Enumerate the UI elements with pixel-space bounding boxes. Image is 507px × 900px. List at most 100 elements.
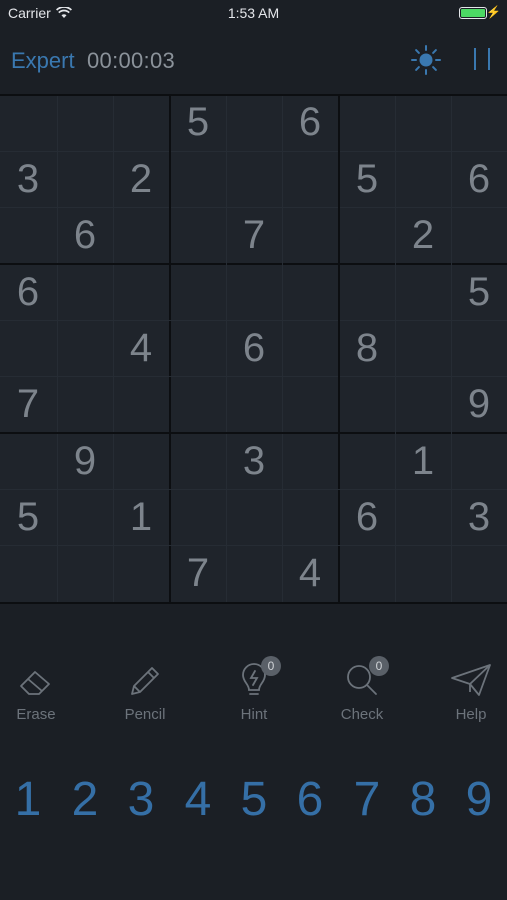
board-cell-r9c4[interactable]: 7 xyxy=(170,545,226,601)
board-cell-r2c7[interactable]: 5 xyxy=(339,151,395,207)
board-cell-r2c4[interactable] xyxy=(170,151,226,207)
board-cell-r1c1[interactable] xyxy=(0,94,56,150)
board-cell-r4c6[interactable] xyxy=(282,264,338,320)
board-cell-r4c7[interactable] xyxy=(339,264,395,320)
number-button-5[interactable]: 5 xyxy=(226,772,282,828)
number-button-8[interactable]: 8 xyxy=(395,772,451,828)
board-cell-r9c1[interactable] xyxy=(0,545,56,601)
board-cell-r5c7[interactable]: 8 xyxy=(339,320,395,376)
board-cell-r9c3[interactable] xyxy=(113,545,169,601)
board-cell-r5c5[interactable]: 6 xyxy=(226,320,282,376)
board-cell-r6c9[interactable]: 9 xyxy=(451,376,507,432)
board-cell-r1c5[interactable] xyxy=(226,94,282,150)
number-button-4[interactable]: 4 xyxy=(170,772,226,828)
board-cell-r6c6[interactable] xyxy=(282,376,338,432)
board-cell-r3c6[interactable] xyxy=(282,207,338,263)
board-cell-r9c7[interactable] xyxy=(339,545,395,601)
number-button-2[interactable]: 2 xyxy=(57,772,113,828)
board-cell-r3c9[interactable] xyxy=(451,207,507,263)
board-cell-r7c8[interactable]: 1 xyxy=(395,433,451,489)
board-cell-r1c4[interactable]: 5 xyxy=(170,94,226,150)
board-cell-r9c9[interactable] xyxy=(451,545,507,601)
board-cell-r9c5[interactable] xyxy=(226,545,282,601)
pencil-button[interactable]: Pencil xyxy=(100,662,190,724)
board-cell-r2c3[interactable]: 2 xyxy=(113,151,169,207)
board-cell-r5c6[interactable] xyxy=(282,320,338,376)
board-cell-r7c7[interactable] xyxy=(339,433,395,489)
number-button-3[interactable]: 3 xyxy=(113,772,169,828)
board-cell-r5c3[interactable]: 4 xyxy=(113,320,169,376)
board-cell-r7c6[interactable] xyxy=(282,433,338,489)
board-cell-r6c1[interactable]: 7 xyxy=(0,376,56,432)
board-cell-r2c1[interactable]: 3 xyxy=(0,151,56,207)
help-button[interactable]: Help xyxy=(426,662,507,724)
board-cell-r4c1[interactable]: 6 xyxy=(0,264,56,320)
board-cell-r7c3[interactable] xyxy=(113,433,169,489)
board-cell-r9c8[interactable] xyxy=(395,545,451,601)
board-cell-r3c2[interactable]: 6 xyxy=(57,207,113,263)
number-button-7[interactable]: 7 xyxy=(339,772,395,828)
board-cell-r7c1[interactable] xyxy=(0,433,56,489)
board-cell-r7c2[interactable]: 9 xyxy=(57,433,113,489)
board-cell-r1c7[interactable] xyxy=(339,94,395,150)
board-cell-r4c4[interactable] xyxy=(170,264,226,320)
board-cell-r7c4[interactable] xyxy=(170,433,226,489)
board-cell-r5c8[interactable] xyxy=(395,320,451,376)
board-cell-r3c7[interactable] xyxy=(339,207,395,263)
board-cell-r1c9[interactable] xyxy=(451,94,507,150)
board-cell-r8c3[interactable]: 1 xyxy=(113,489,169,545)
board-cell-r2c6[interactable] xyxy=(282,151,338,207)
board-cell-r8c5[interactable] xyxy=(226,489,282,545)
theme-toggle-button[interactable] xyxy=(410,44,442,76)
board-cell-r9c6[interactable]: 4 xyxy=(282,545,338,601)
board-cell-r6c5[interactable] xyxy=(226,376,282,432)
erase-button[interactable]: Erase xyxy=(0,662,81,724)
hint-button[interactable]: 0 Hint xyxy=(209,656,299,724)
board-cell-r1c3[interactable] xyxy=(113,94,169,150)
board-cell-r5c1[interactable] xyxy=(0,320,56,376)
board-cell-r4c3[interactable] xyxy=(113,264,169,320)
board-cell-r8c1[interactable]: 5 xyxy=(0,489,56,545)
board-cell-r7c5[interactable]: 3 xyxy=(226,433,282,489)
pause-button[interactable] xyxy=(468,44,496,76)
board-cell-r4c5[interactable] xyxy=(226,264,282,320)
board-cell-r4c2[interactable] xyxy=(57,264,113,320)
board-cell-r2c9[interactable]: 6 xyxy=(451,151,507,207)
board-cell-r6c2[interactable] xyxy=(57,376,113,432)
board-cell-r1c6[interactable]: 6 xyxy=(282,94,338,150)
board-cell-r6c8[interactable] xyxy=(395,376,451,432)
number-button-1[interactable]: 1 xyxy=(0,772,56,828)
board-cell-r3c5[interactable]: 7 xyxy=(226,207,282,263)
board-cell-r6c4[interactable] xyxy=(170,376,226,432)
board-cell-r8c8[interactable] xyxy=(395,489,451,545)
board-cell-r6c7[interactable] xyxy=(339,376,395,432)
board-cell-r3c1[interactable] xyxy=(0,207,56,263)
board-cell-r2c5[interactable] xyxy=(226,151,282,207)
check-button[interactable]: 0 Check xyxy=(317,656,407,724)
board-cell-r8c9[interactable]: 3 xyxy=(451,489,507,545)
board-cell-r6c3[interactable] xyxy=(113,376,169,432)
board-cell-r4c9[interactable]: 5 xyxy=(451,264,507,320)
pencil-icon xyxy=(131,667,159,695)
board-cell-r3c3[interactable] xyxy=(113,207,169,263)
board-cell-r4c8[interactable] xyxy=(395,264,451,320)
difficulty-label[interactable]: Expert xyxy=(11,48,75,74)
board-cell-r2c2[interactable] xyxy=(57,151,113,207)
board-cell-r5c9[interactable] xyxy=(451,320,507,376)
board-cell-r3c8[interactable]: 2 xyxy=(395,207,451,263)
board-cell-r1c2[interactable] xyxy=(57,94,113,150)
board-cell-r9c2[interactable] xyxy=(57,545,113,601)
board-cell-r8c2[interactable] xyxy=(57,489,113,545)
number-button-6[interactable]: 6 xyxy=(282,772,338,828)
board-cell-r2c8[interactable] xyxy=(395,151,451,207)
board-cell-r3c4[interactable] xyxy=(170,207,226,263)
board-cell-r1c8[interactable] xyxy=(395,94,451,150)
number-button-9[interactable]: 9 xyxy=(451,772,507,828)
cell-divider-vertical xyxy=(282,94,283,604)
board-cell-r8c6[interactable] xyxy=(282,489,338,545)
board-cell-r8c7[interactable]: 6 xyxy=(339,489,395,545)
board-cell-r5c2[interactable] xyxy=(57,320,113,376)
board-cell-r7c9[interactable] xyxy=(451,433,507,489)
board-cell-r5c4[interactable] xyxy=(170,320,226,376)
board-cell-r8c4[interactable] xyxy=(170,489,226,545)
